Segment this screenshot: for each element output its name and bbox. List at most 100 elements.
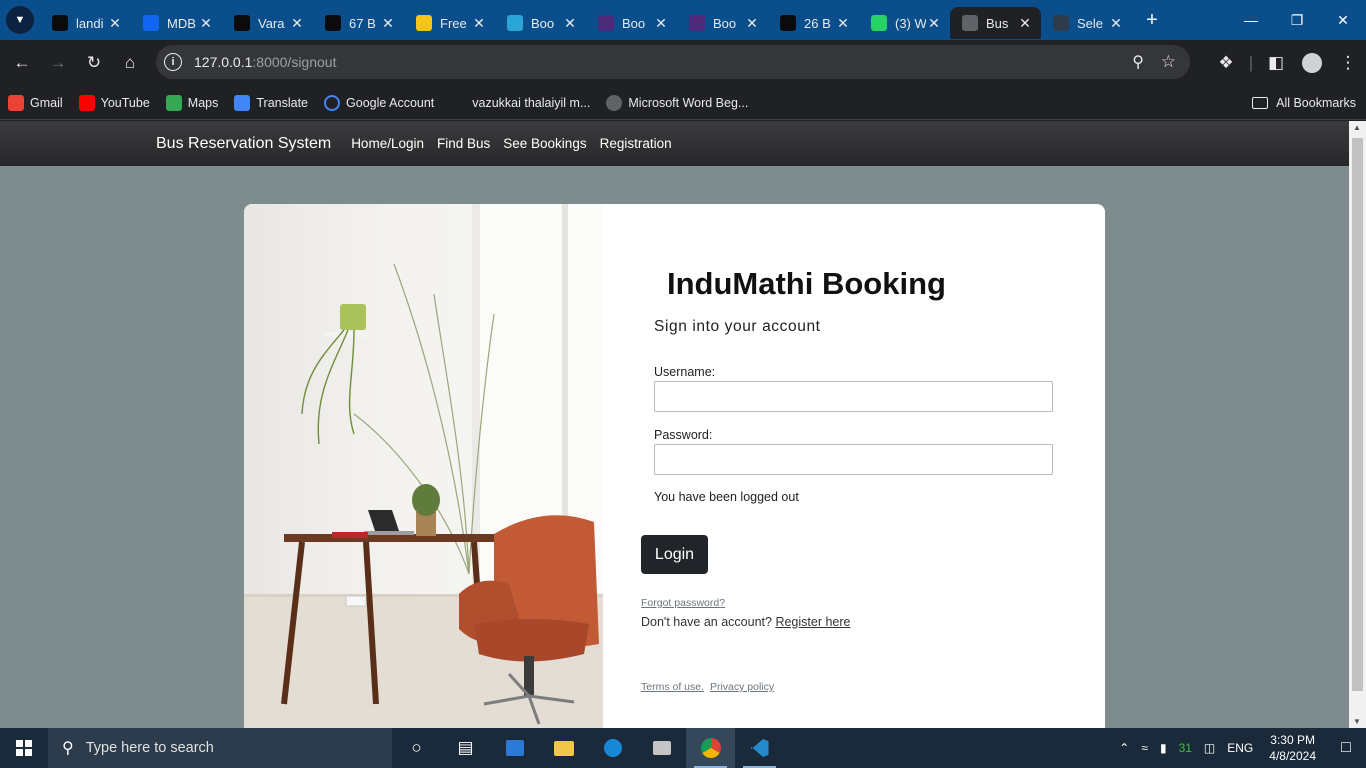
- privacy-link[interactable]: Privacy policy: [710, 681, 774, 693]
- all-bookmarks-button[interactable]: All Bookmarks: [1252, 86, 1356, 120]
- tray-chevron-up-icon[interactable]: ⌃: [1119, 741, 1129, 755]
- gmail-icon: [8, 94, 24, 111]
- reload-icon[interactable]: ↻: [76, 45, 112, 81]
- home-icon[interactable]: ⌂: [112, 45, 148, 81]
- login-button[interactable]: Login: [641, 535, 708, 574]
- notification-icon[interactable]: □: [1326, 728, 1366, 768]
- profile-avatar-icon[interactable]: [1294, 45, 1330, 81]
- browser-tab[interactable]: MDB ✕: [131, 7, 222, 39]
- system-tray: ⌃ ≈ ▮ 31 ◫ ENG 3:30 PM 4/8/2024 □: [1113, 728, 1366, 768]
- terms-link[interactable]: Terms of use.: [641, 681, 704, 693]
- site-info-icon[interactable]: i: [164, 53, 182, 71]
- tab-close-icon[interactable]: ✕: [744, 15, 760, 32]
- nav-link-home-login[interactable]: Home/Login: [351, 136, 424, 151]
- bookmark-item[interactable]: Translate: [234, 94, 308, 111]
- bookmark-star-icon[interactable]: ☆: [1161, 52, 1176, 72]
- kebab-menu-icon[interactable]: ⋮: [1330, 45, 1366, 81]
- back-arrow-icon[interactable]: ←: [4, 45, 40, 81]
- username-input[interactable]: [654, 381, 1053, 412]
- username-label: Username:: [654, 365, 716, 379]
- forgot-password-link[interactable]: Forgot password?: [641, 597, 725, 609]
- forward-arrow-icon[interactable]: →: [40, 45, 76, 81]
- register-link[interactable]: Register here: [775, 615, 850, 629]
- password-input[interactable]: [654, 444, 1053, 475]
- cortana-circle-icon[interactable]: ○: [392, 728, 441, 768]
- browser-tab[interactable]: Boo ✕: [677, 7, 768, 39]
- tab-close-icon[interactable]: ✕: [107, 15, 123, 32]
- browser-tab[interactable]: 26 B ✕: [768, 7, 859, 39]
- tab-close-icon[interactable]: ✕: [198, 15, 214, 32]
- tab-search-chevron-icon[interactable]: ▼: [6, 6, 34, 34]
- nav-link-registration[interactable]: Registration: [600, 136, 672, 151]
- browser-tab[interactable]: Boo ✕: [586, 7, 677, 39]
- zoom-magnifier-icon[interactable]: ⚲: [1132, 52, 1144, 72]
- store-icon[interactable]: [490, 728, 539, 768]
- display-icon[interactable]: ◫: [1204, 741, 1215, 755]
- tab-strip: ▼ landi ✕ MDB ✕ Vara ✕ 67 B ✕ Free ✕ Boo ✕ Boo ✕ Boo ✕ 2…: [0, 0, 1366, 40]
- browser-tab[interactable]: 67 B ✕: [313, 7, 404, 39]
- bookmarks-bar: Gmail YouTube Maps Translate Google Account v…: [0, 86, 1366, 120]
- bookmark-label: vazukkai thalaiyil m...: [472, 95, 591, 110]
- tab-close-icon[interactable]: ✕: [653, 15, 669, 32]
- tab-close-icon[interactable]: ✕: [1017, 15, 1033, 32]
- tab-close-icon[interactable]: ✕: [289, 15, 305, 32]
- bookmark-item[interactable]: vazukkai thalaiyil m...: [472, 96, 590, 110]
- navbar-brand[interactable]: Bus Reservation System: [156, 135, 331, 153]
- task-view-icon[interactable]: ▤: [441, 728, 490, 768]
- taskbar-search-placeholder: Type here to search: [85, 740, 214, 756]
- toolbar-divider: |: [1248, 53, 1254, 72]
- scroll-up-arrow-icon[interactable]: ▲: [1353, 123, 1361, 132]
- edge-icon[interactable]: [588, 728, 637, 768]
- browser-tab[interactable]: Vara ✕: [222, 7, 313, 39]
- codepen-icon: [52, 15, 68, 31]
- scroll-down-arrow-icon[interactable]: ▼: [1353, 717, 1361, 726]
- login-subtitle: Sign into your account: [654, 318, 821, 335]
- taskbar-search-box[interactable]: ⚲ Type here to search: [48, 728, 392, 768]
- snipping-tool-icon[interactable]: [637, 728, 686, 768]
- bookmark-item[interactable]: Maps: [165, 94, 218, 111]
- password-label: Password:: [654, 428, 713, 442]
- browser-tab[interactable]: Boo ✕: [495, 7, 586, 39]
- tab-close-icon[interactable]: ✕: [380, 15, 396, 32]
- nav-link-see-bookings[interactable]: See Bookings: [503, 136, 586, 151]
- bookmark-item[interactable]: Google Account: [324, 94, 435, 111]
- restore-icon[interactable]: ❐: [1274, 0, 1320, 40]
- vscode-icon[interactable]: [735, 728, 784, 768]
- globe-icon: [606, 94, 623, 111]
- page-scrollbar[interactable]: ▲ ▼: [1349, 121, 1366, 728]
- side-panel-icon[interactable]: ◧: [1258, 45, 1294, 81]
- browser-tab[interactable]: (3) W ✕: [859, 7, 950, 39]
- bookmark-item[interactable]: Gmail: [8, 94, 63, 111]
- browser-tab[interactable]: Sele ✕: [1041, 7, 1132, 39]
- tab-title: Boo: [713, 15, 737, 31]
- bookmark-item[interactable]: YouTube: [78, 94, 150, 111]
- tab-close-icon[interactable]: ✕: [926, 15, 942, 32]
- close-window-icon[interactable]: ✕: [1320, 0, 1366, 40]
- address-bar[interactable]: i 127.0.0.1:8000/signout ⚲ ☆: [156, 45, 1190, 79]
- bookmark-item[interactable]: Microsoft Word Beg...: [606, 94, 748, 111]
- youtube-icon: [78, 94, 95, 111]
- tab-close-icon[interactable]: ✕: [1108, 15, 1124, 32]
- globe-icon: [962, 15, 978, 31]
- tab-title: Boo: [531, 15, 555, 31]
- minimize-icon[interactable]: —: [1228, 0, 1274, 40]
- language-indicator[interactable]: ENG: [1227, 741, 1253, 755]
- tab-close-icon[interactable]: ✕: [835, 15, 851, 32]
- tab-close-icon[interactable]: ✕: [562, 15, 578, 32]
- scroll-thumb[interactable]: [1352, 138, 1363, 691]
- new-tab-plus-icon[interactable]: +: [1138, 6, 1166, 34]
- chrome-icon[interactable]: [686, 728, 735, 768]
- file-explorer-icon[interactable]: [539, 728, 588, 768]
- nav-link-find-bus[interactable]: Find Bus: [437, 136, 490, 151]
- start-button[interactable]: [0, 728, 48, 768]
- tab-close-icon[interactable]: ✕: [471, 15, 487, 32]
- browser-tab[interactable]: Free ✕: [404, 7, 495, 39]
- clock[interactable]: 3:30 PM 4/8/2024: [1269, 732, 1316, 764]
- wifi-icon[interactable]: ≈: [1141, 741, 1148, 755]
- browser-tab[interactable]: Bus ✕: [950, 7, 1041, 39]
- extensions-puzzle-icon[interactable]: ❖: [1208, 45, 1244, 81]
- tab-title: Bus: [986, 15, 1009, 31]
- browser-tab[interactable]: landi ✕: [40, 7, 131, 39]
- battery-icon[interactable]: ▮: [1160, 741, 1167, 755]
- bookmark-label: Google Account: [346, 95, 435, 110]
